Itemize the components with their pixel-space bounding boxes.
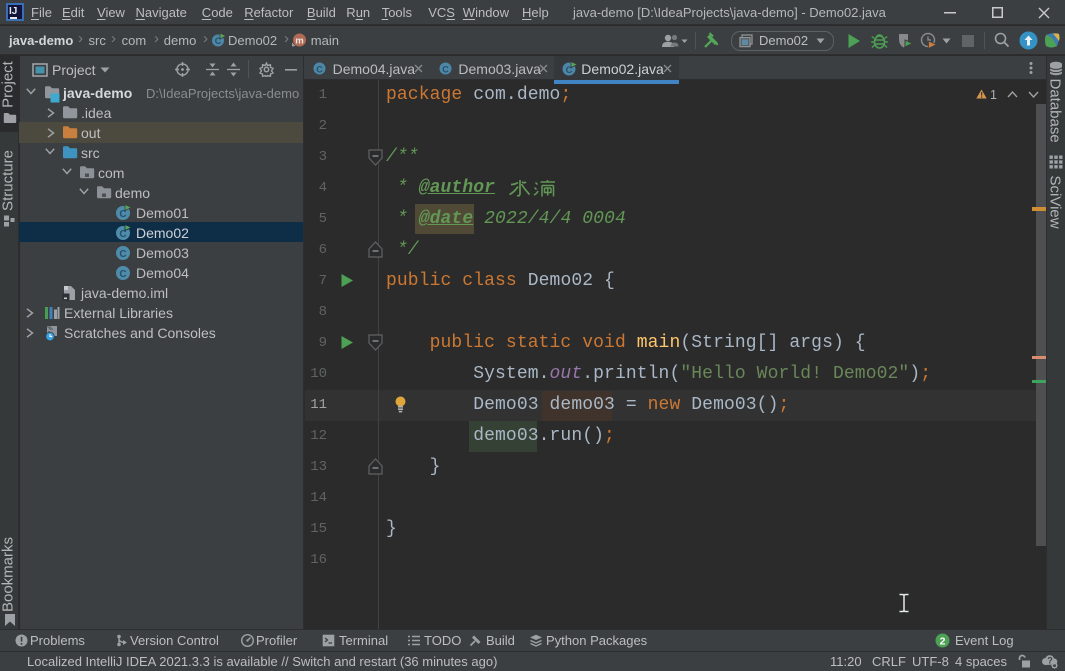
svg-text:C: C [442, 64, 449, 74]
svg-text:?: ? [1047, 656, 1053, 666]
svg-text:2: 2 [940, 636, 946, 648]
svg-text:m: m [295, 36, 303, 47]
svg-text:C: C [119, 249, 126, 260]
svg-text:C: C [316, 64, 323, 74]
svg-text:C: C [119, 269, 126, 280]
